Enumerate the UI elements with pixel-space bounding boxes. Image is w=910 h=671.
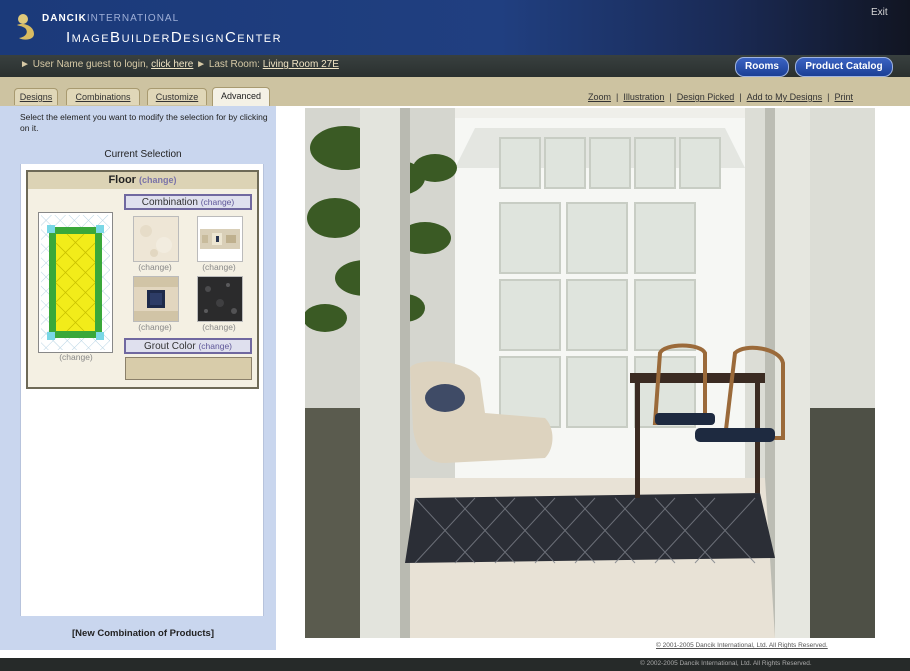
combination-label: Combination xyxy=(141,197,198,208)
print-link[interactable]: Print xyxy=(835,92,854,102)
exit-link[interactable]: Exit xyxy=(871,7,888,18)
illustration-link[interactable]: Illustration xyxy=(623,92,664,102)
floor-heading: Floor (change) xyxy=(28,172,257,189)
swatch-change-link[interactable]: (change) xyxy=(195,262,243,272)
link-separator: | xyxy=(669,92,672,102)
user-prefix: User Name guest to login, xyxy=(32,59,149,70)
last-room-prefix: Last Room: xyxy=(208,59,260,70)
brand-part-1: DANCIK xyxy=(42,13,87,24)
app-title: ImageBuilderDesignCenter xyxy=(66,29,283,46)
combination-change-link[interactable]: (change) xyxy=(201,197,235,207)
current-selection-heading: Current Selection xyxy=(104,149,182,160)
tab-combinations[interactable]: Combinations xyxy=(66,88,140,105)
arrow-icon: ► xyxy=(196,59,209,70)
zoom-link[interactable]: Zoom xyxy=(588,92,611,102)
grout-color-swatch[interactable] xyxy=(125,357,252,380)
tile-swatch-dark-stone[interactable] xyxy=(197,276,243,322)
rooms-button[interactable]: Rooms xyxy=(735,57,789,77)
swatch-change-link[interactable]: (change) xyxy=(195,322,243,332)
brand-part-2: INTERNATIONAL xyxy=(86,13,180,24)
combination-heading: Combination (change) xyxy=(124,194,252,210)
link-separator: | xyxy=(827,92,830,102)
add-to-my-designs-link[interactable]: Add to My Designs xyxy=(747,92,823,102)
grout-color-heading: Grout Color (change) xyxy=(124,338,252,354)
room-scene-image[interactable] xyxy=(305,108,875,638)
view-links: Zoom | Illustration | Design Picked | Add to M… xyxy=(588,92,853,102)
user-info: ► User Name guest to login, click here ►… xyxy=(20,59,339,70)
tab-advanced[interactable]: Advanced xyxy=(212,87,270,106)
new-combination-link[interactable]: [New Combination of Products] xyxy=(20,628,266,639)
brand-name: DANCIKINTERNATIONAL xyxy=(42,13,179,24)
preview-change-link[interactable]: (change) xyxy=(46,352,106,362)
login-link[interactable]: click here xyxy=(151,59,193,70)
link-separator: | xyxy=(739,92,742,102)
swatch-change-link[interactable]: (change) xyxy=(131,322,179,332)
swatch-change-link[interactable]: (change) xyxy=(131,262,179,272)
floor-pattern-preview[interactable] xyxy=(38,212,113,353)
link-separator: | xyxy=(616,92,619,102)
grout-color-label: Grout Color xyxy=(143,341,196,352)
tile-swatch-insert[interactable] xyxy=(133,276,179,322)
design-picked-link[interactable]: Design Picked xyxy=(677,92,735,102)
last-room-link[interactable]: Living Room 27E xyxy=(263,59,339,70)
app-header xyxy=(0,0,910,55)
tab-designs[interactable]: Designs xyxy=(14,88,58,105)
dancik-logo-icon xyxy=(17,14,34,40)
product-catalog-button[interactable]: Product Catalog xyxy=(795,57,893,77)
app-copyright: © 2002-2005 Dancik International, Ltd. A… xyxy=(640,660,812,667)
floor-label: Floor xyxy=(108,174,136,186)
arrow-icon: ► xyxy=(20,59,33,70)
tab-customize[interactable]: Customize xyxy=(147,88,207,105)
photo-copyright: © 2001-2005 Dancik International, Ltd. A… xyxy=(656,642,828,649)
instructions-text: Select the element you want to modify th… xyxy=(20,112,268,133)
tile-swatch-cream[interactable] xyxy=(133,216,179,262)
grout-change-link[interactable]: (change) xyxy=(198,341,232,351)
floor-change-link[interactable]: (change) xyxy=(139,175,177,185)
tile-swatch-border[interactable] xyxy=(197,216,243,262)
